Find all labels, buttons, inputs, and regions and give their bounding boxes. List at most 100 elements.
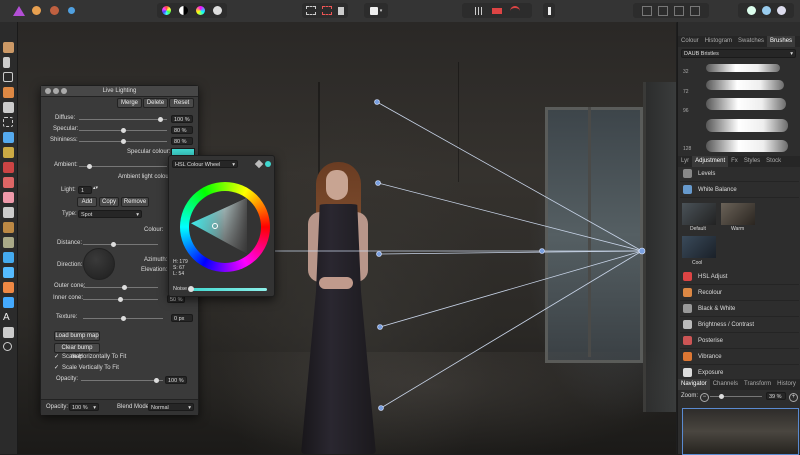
develop-persona-icon[interactable] [29, 3, 43, 18]
load-bump-map-button[interactable]: Load bump map [54, 331, 100, 341]
direction-dial[interactable] [83, 248, 115, 280]
shape-tool-icon[interactable] [3, 282, 14, 293]
tab-histogram[interactable]: Histogram [702, 36, 735, 47]
brush-preset[interactable] [706, 64, 780, 72]
tab-colour[interactable]: Colour [678, 36, 702, 47]
light-handle[interactable] [539, 248, 545, 254]
snapping-icon[interactable] [491, 7, 502, 14]
light-handle[interactable] [378, 405, 384, 411]
eyedropper-icon[interactable] [3, 327, 14, 338]
light-stepper-icon[interactable]: ▴▾ [93, 185, 98, 191]
colour-mode-select[interactable]: HSL Colour Wheel ▾ [172, 160, 238, 168]
slider-knob[interactable] [120, 139, 126, 144]
reset-button[interactable]: Reset [169, 98, 194, 108]
clone-brush-icon[interactable] [3, 222, 14, 233]
adjustment-item[interactable]: Vibrance [680, 349, 799, 365]
mode-icon[interactable] [761, 6, 771, 15]
dodge-icon[interactable] [3, 207, 14, 218]
erase-brush-icon[interactable] [3, 192, 14, 203]
noise-knob[interactable] [188, 286, 194, 292]
footer-opacity-select[interactable]: 100 % ▾ [69, 403, 99, 411]
align-icon[interactable] [690, 5, 700, 16]
distance-slider[interactable] [83, 242, 158, 247]
marquee-icon[interactable] [306, 6, 316, 15]
slider-knob[interactable] [87, 164, 93, 169]
adjustment-item[interactable]: Levels [680, 166, 799, 182]
color-replace-icon[interactable] [3, 177, 14, 188]
tab-navigator[interactable]: Navigator [678, 379, 710, 390]
copy-light-button[interactable]: Copy [99, 197, 119, 207]
zoom-tool-icon[interactable] [3, 342, 12, 351]
liquify-persona-icon[interactable] [47, 3, 61, 18]
affinity-logo-icon[interactable] [12, 3, 26, 18]
specular-slider[interactable] [79, 128, 167, 133]
slider-knob[interactable] [157, 117, 163, 122]
adjustment-item[interactable]: Recolour [680, 285, 799, 301]
light-handle[interactable] [376, 251, 382, 257]
blur-brush-icon[interactable] [3, 252, 14, 263]
diffuse-slider[interactable] [79, 117, 167, 122]
opacity-slider[interactable] [81, 378, 163, 383]
light-source-handle[interactable] [638, 247, 646, 255]
inner-cone-slider[interactable] [83, 297, 158, 302]
eyedropper-icon[interactable] [254, 159, 264, 169]
view-icon[interactable] [642, 5, 652, 16]
preset-thumbnail[interactable] [682, 203, 716, 225]
add-light-button[interactable]: Add [77, 197, 97, 207]
adjustment-item[interactable]: White Balance [680, 182, 799, 198]
zoom-in-icon[interactable]: + [789, 393, 798, 402]
ellipse-marquee-icon[interactable] [322, 6, 332, 15]
slider-knob[interactable] [120, 128, 126, 133]
tab-channels[interactable]: Channels [710, 379, 741, 390]
brush-preset[interactable] [706, 80, 784, 90]
paint-brush-icon[interactable] [3, 162, 14, 173]
slider-knob[interactable] [154, 378, 160, 383]
gradient-tool-icon[interactable] [3, 147, 14, 158]
brush-preset[interactable] [706, 119, 788, 132]
light-handle[interactable] [374, 99, 380, 105]
slider-knob[interactable] [118, 297, 123, 302]
pen-tool-icon[interactable] [3, 267, 14, 278]
slider-knob[interactable] [121, 285, 127, 290]
outer-cone-slider[interactable] [83, 285, 158, 290]
noise-slider[interactable] [189, 288, 267, 291]
hand-tool-icon[interactable] [3, 42, 14, 53]
brush-preset[interactable] [706, 98, 786, 110]
zoom-slider[interactable] [710, 394, 762, 399]
export-persona-icon[interactable] [64, 3, 78, 18]
ambient-slider[interactable] [79, 164, 167, 169]
shininess-value[interactable]: 80 % [171, 137, 193, 145]
hsl-icon[interactable] [196, 6, 205, 15]
delete-button[interactable]: Delete [143, 98, 168, 108]
bw-icon[interactable] [179, 6, 188, 15]
quick-mask-icon[interactable]: ▾ [364, 3, 388, 18]
rectangle-tool-icon[interactable] [3, 297, 14, 308]
flood-fill-icon[interactable] [3, 132, 14, 143]
opacity-value[interactable]: 100 % [165, 376, 187, 384]
contrast-icon[interactable] [213, 6, 222, 15]
adjustment-item[interactable]: Posterise [680, 333, 799, 349]
text-tool-icon[interactable]: A [3, 312, 14, 323]
mask-icon[interactable] [338, 6, 344, 15]
scale-horizontally-checkbox[interactable]: ✓ [54, 354, 59, 360]
slider-knob[interactable] [120, 316, 126, 321]
tab-transform[interactable]: Transform [741, 379, 774, 390]
marquee-tool-icon[interactable] [3, 117, 13, 127]
zoom-icon[interactable] [746, 6, 756, 15]
selection-brush-icon[interactable] [3, 87, 14, 98]
preset-thumbnail[interactable] [721, 203, 755, 225]
move-front-icon[interactable] [658, 5, 668, 16]
merge-button[interactable]: Merge [117, 98, 142, 108]
tab-history[interactable]: History [774, 379, 799, 390]
adjustment-item[interactable]: Black & White [680, 301, 799, 317]
slider-knob[interactable] [111, 242, 116, 247]
light-handle[interactable] [377, 324, 383, 330]
specular-value[interactable]: 80 % [171, 126, 193, 134]
arrange-icon[interactable] [543, 3, 555, 18]
navigator-preview[interactable] [682, 408, 799, 455]
remove-light-button[interactable]: Remove [121, 197, 149, 207]
grid-icon[interactable] [474, 6, 484, 15]
texture-slider[interactable] [83, 316, 163, 321]
preset-thumbnail[interactable] [682, 236, 716, 258]
inpainting-icon[interactable] [3, 237, 14, 248]
